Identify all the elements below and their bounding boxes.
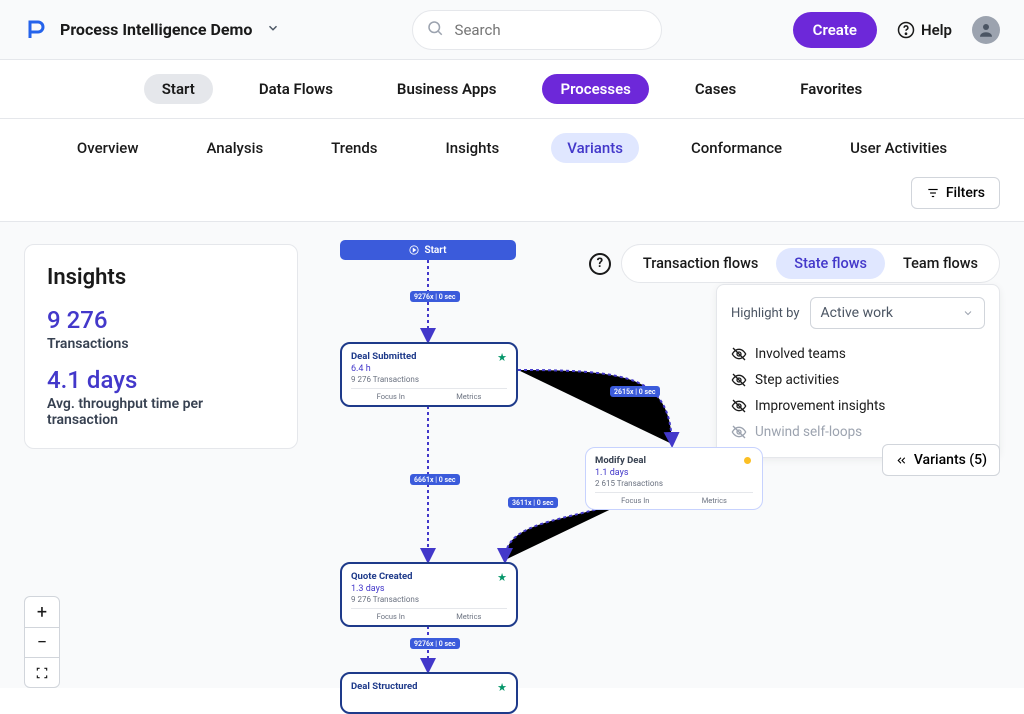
edge-label: 9276x | 0 sec bbox=[410, 638, 460, 649]
subtab-user-activities[interactable]: User Activities bbox=[834, 133, 963, 163]
star-icon: ★ bbox=[497, 351, 507, 364]
zoom-controls: + − bbox=[24, 596, 60, 688]
start-label: Start bbox=[424, 245, 446, 256]
zoom-in-button[interactable]: + bbox=[25, 597, 59, 627]
help-label: Help bbox=[921, 21, 952, 39]
play-icon bbox=[409, 245, 419, 255]
tab-start[interactable]: Start bbox=[144, 74, 213, 104]
subtab-insights[interactable]: Insights bbox=[430, 133, 516, 163]
edge-label: 9276x | 0 sec bbox=[410, 291, 460, 302]
metric-throughput-label: Avg. throughput time per transaction bbox=[47, 396, 275, 428]
node-quote-created[interactable]: ★ Quote Created 1.3 days 9 276 Transacti… bbox=[340, 562, 518, 627]
variants-button[interactable]: Variants (5) bbox=[882, 444, 1000, 476]
metric-transactions-value: 9 276 bbox=[47, 306, 275, 334]
subtab-variants[interactable]: Variants bbox=[551, 133, 639, 163]
metric-transactions-label: Transactions bbox=[47, 336, 275, 352]
zoom-out-button[interactable]: − bbox=[25, 627, 59, 657]
filters-label: Filters bbox=[946, 185, 985, 201]
process-canvas[interactable]: Start 9276x | 0 sec ★ Deal Submitted 6.4… bbox=[310, 222, 810, 692]
create-button[interactable]: Create bbox=[793, 12, 877, 48]
filters-button[interactable]: Filters bbox=[911, 177, 1000, 209]
main-tabs: Start Data Flows Business Apps Processes… bbox=[0, 60, 1024, 119]
edge-label: 6661x | 0 sec bbox=[410, 474, 460, 485]
subtab-analysis[interactable]: Analysis bbox=[190, 133, 279, 163]
highlight-selected: Active work bbox=[821, 305, 893, 321]
search-input[interactable] bbox=[412, 10, 662, 50]
app-menu-chevron[interactable] bbox=[266, 20, 280, 39]
tab-data-flows[interactable]: Data Flows bbox=[241, 74, 351, 104]
logo-icon bbox=[24, 18, 48, 42]
highlight-select[interactable]: Active work bbox=[810, 297, 985, 329]
metric-throughput-value: 4.1 days bbox=[47, 366, 275, 394]
tab-cases[interactable]: Cases bbox=[677, 74, 754, 104]
edge-label: 3611x | 0 sec bbox=[508, 497, 558, 508]
node-modify-deal[interactable]: Modify Deal 1.1 days 2 615 Transactions … bbox=[585, 447, 763, 510]
star-icon: ★ bbox=[497, 571, 507, 584]
app-title: Process Intelligence Demo bbox=[60, 20, 252, 39]
search-icon bbox=[426, 19, 444, 41]
star-icon: ★ bbox=[497, 681, 507, 694]
tab-favorites[interactable]: Favorites bbox=[782, 74, 880, 104]
status-dot bbox=[744, 457, 751, 464]
tab-processes[interactable]: Processes bbox=[542, 74, 648, 104]
fullscreen-button[interactable] bbox=[25, 657, 59, 687]
node-deal-submitted[interactable]: ★ Deal Submitted 6.4 h 9 276 Transaction… bbox=[340, 342, 518, 407]
help-button[interactable]: Help bbox=[897, 21, 952, 39]
user-avatar[interactable] bbox=[972, 16, 1000, 44]
start-node[interactable]: Start bbox=[340, 240, 516, 260]
chevron-left-double-icon bbox=[895, 454, 908, 467]
subtab-conformance[interactable]: Conformance bbox=[675, 133, 798, 163]
insights-card: Insights 9 276 Transactions 4.1 days Avg… bbox=[24, 244, 298, 449]
insights-title: Insights bbox=[47, 265, 275, 290]
edge-label: 2615x | 0 sec bbox=[610, 386, 660, 397]
flow-tab-team[interactable]: Team flows bbox=[885, 248, 996, 279]
sub-tabs: Overview Analysis Trends Insights Varian… bbox=[0, 119, 1024, 177]
variants-label: Variants (5) bbox=[914, 452, 987, 468]
chevron-down-icon bbox=[962, 307, 974, 319]
subtab-overview[interactable]: Overview bbox=[61, 133, 155, 163]
node-deal-structured[interactable]: ★ Deal Structured bbox=[340, 672, 518, 714]
tab-business-apps[interactable]: Business Apps bbox=[379, 74, 515, 104]
subtab-trends[interactable]: Trends bbox=[315, 133, 393, 163]
